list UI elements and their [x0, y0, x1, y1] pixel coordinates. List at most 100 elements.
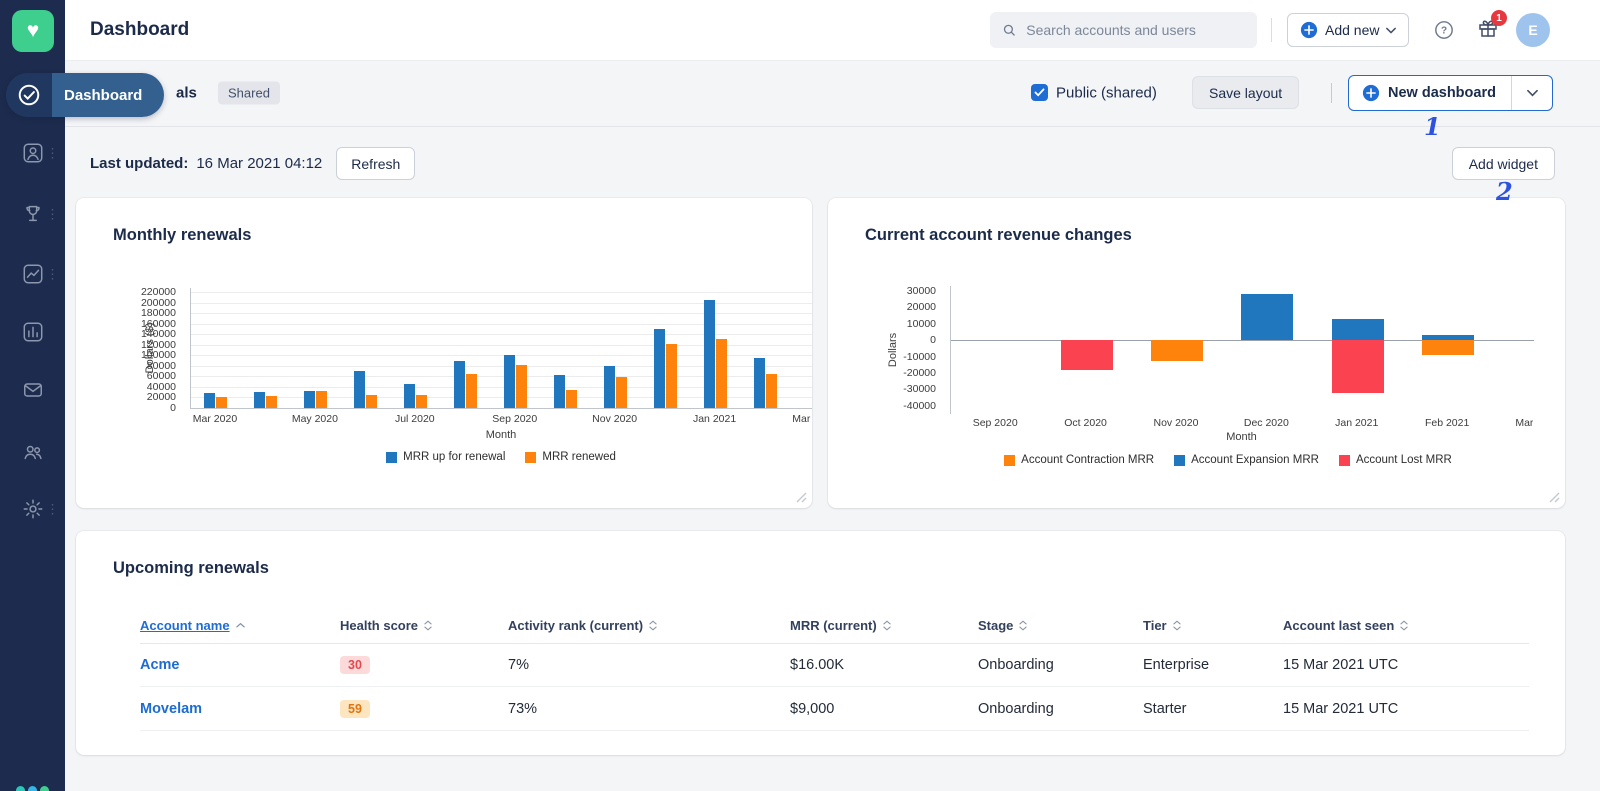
bar-account-contraction-mrr [1151, 340, 1203, 361]
gridline [191, 292, 812, 293]
annotation-1: 1 [1424, 112, 1441, 141]
app-logo[interactable]: ♥ [12, 10, 54, 52]
gridline [191, 334, 812, 335]
search-input[interactable] [1024, 21, 1245, 39]
bar-chart-icon [22, 321, 44, 343]
sort-icon [649, 620, 657, 631]
user-avatar[interactable]: E [1516, 13, 1550, 47]
resize-handle-icon[interactable] [796, 492, 807, 503]
column-header-tier[interactable]: Tier [1143, 618, 1283, 633]
bar-mrr-renewed [366, 395, 377, 408]
sidebar-item-dashboard-active[interactable]: Dashboard [6, 73, 164, 117]
sidebar-item-trends[interactable]: ⋮ [0, 262, 65, 286]
drag-handle-icon[interactable]: ⋮ [46, 503, 59, 516]
search-icon [1002, 22, 1016, 38]
drag-handle-icon[interactable]: ⋮ [46, 147, 59, 160]
sidebar-item-success[interactable]: ⋮ [0, 202, 65, 226]
sort-asc-icon [236, 622, 245, 628]
y-tick-label: 0 [828, 334, 936, 346]
mail-icon [22, 379, 44, 401]
sort-icon [1400, 620, 1408, 631]
bar-account-lost-mrr [1061, 340, 1113, 370]
drag-handle-icon[interactable]: ⋮ [46, 208, 59, 221]
search-box[interactable] [990, 12, 1257, 48]
bar-mrr-renewed [566, 390, 577, 408]
bar-mrr-renewed [666, 344, 677, 408]
health-score-badge: 30 [340, 656, 370, 674]
last-updated-value: 16 Mar 2021 04:12 [196, 155, 322, 172]
add-widget-button[interactable]: Add widget [1452, 147, 1555, 180]
x-axis: Mar 2020May 2020Jul 2020Sep 2020Nov 2020… [190, 413, 812, 428]
public-shared-checkbox[interactable] [1031, 84, 1048, 101]
bar-mrr-renewed [266, 396, 277, 408]
svg-text:?: ? [1441, 26, 1447, 37]
cell-account: Acme [140, 657, 340, 673]
dashboard-name[interactable]: als [176, 85, 197, 102]
legend-item-account-contraction-mrr: Account Contraction MRR [1004, 454, 1154, 466]
legend-swatch [1174, 455, 1185, 466]
last-updated-label: Last updated: [90, 155, 188, 172]
resize-handle-icon[interactable] [1549, 492, 1560, 503]
new-dashboard-dropdown[interactable] [1511, 76, 1552, 110]
x-tick-label: Mar 2021 [769, 413, 812, 425]
legend-swatch [1339, 455, 1350, 466]
plot-area [950, 286, 1534, 414]
legend-item-account-expansion-mrr: Account Expansion MRR [1174, 454, 1319, 466]
cell-last-seen: 15 Mar 2021 UTC [1283, 701, 1529, 717]
legend-swatch [1004, 455, 1015, 466]
new-dashboard-label: New dashboard [1388, 85, 1496, 101]
sidebar-item-reports[interactable] [0, 320, 65, 344]
column-header-mrr-current[interactable]: MRR (current) [790, 618, 978, 633]
page-title: Dashboard [90, 19, 189, 41]
legend-label: MRR up for renewal [403, 451, 505, 463]
sidebar-item-settings[interactable]: ⋮ [0, 497, 65, 521]
bar-mrr-renewed [716, 339, 727, 408]
account-link[interactable]: Acme [140, 657, 180, 673]
launcher-widget[interactable] [16, 786, 49, 791]
top-header: Dashboard Add new ? 1 E [65, 0, 1600, 61]
x-tick-label: Oct 2020 [1041, 417, 1131, 429]
sidebar-item-users[interactable] [0, 440, 65, 464]
legend-item-account-lost-mrr: Account Lost MRR [1339, 454, 1452, 466]
bar-mrr-up-for-renewal [254, 392, 265, 408]
revenue-changes-chart: Dollars 3000020000100000-10000-20000-300… [828, 198, 1565, 508]
legend-label: Account Lost MRR [1356, 454, 1452, 466]
new-dashboard-button[interactable]: New dashboard [1348, 75, 1553, 111]
column-header-activity-rank-current[interactable]: Activity rank (current) [508, 618, 790, 633]
header-divider [1271, 18, 1272, 42]
column-header-stage[interactable]: Stage [978, 618, 1143, 633]
drag-handle-icon[interactable]: ⋮ [46, 268, 59, 281]
x-tick-label: Jul 2020 [370, 413, 460, 425]
chart-legend: MRR up for renewalMRR renewed [190, 451, 812, 463]
sidebar-item-accounts[interactable]: ⋮ [0, 141, 65, 165]
notification-badge: 1 [1491, 10, 1507, 26]
refresh-button[interactable]: Refresh [336, 147, 415, 180]
bar-account-contraction-mrr [1422, 340, 1474, 355]
help-button[interactable]: ? [1434, 20, 1454, 43]
gridline [191, 303, 812, 304]
y-tick-label: 20000 [828, 301, 936, 313]
column-header-health-score[interactable]: Health score [340, 618, 508, 633]
bar-mrr-up-for-renewal [354, 371, 365, 408]
x-tick-label: Jan 2021 [1312, 417, 1402, 429]
x-tick-label: Mar 2020 [190, 413, 260, 425]
x-axis-label: Month [950, 431, 1533, 443]
add-new-button[interactable]: Add new [1287, 13, 1409, 47]
cell-stage: Onboarding [978, 657, 1143, 673]
y-tick-label: -20000 [828, 367, 936, 379]
column-header-account-name[interactable]: Account name [140, 618, 340, 633]
bar-mrr-renewed [516, 365, 527, 408]
app-window: ♥ ⋮ ⋮ ⋮ ⋮ [0, 0, 1600, 791]
x-axis: Sep 2020Oct 2020Nov 2020Dec 2020Jan 2021… [950, 417, 1533, 432]
save-layout-button[interactable]: Save layout [1192, 76, 1299, 109]
gifts-button[interactable]: 1 [1477, 17, 1499, 42]
column-header-account-last-seen[interactable]: Account last seen [1283, 618, 1529, 633]
bar-mrr-renewed [216, 397, 227, 408]
account-link[interactable]: Movelam [140, 701, 202, 717]
sidebar-item-messages[interactable] [0, 378, 65, 402]
bar-mrr-up-for-renewal [404, 384, 415, 408]
x-tick-label: Nov 2020 [570, 413, 660, 425]
table-row: Movelam5973%$9,000OnboardingStarter15 Ma… [140, 687, 1529, 731]
heart-icon: ♥ [27, 19, 39, 43]
toolbar-divider [1331, 83, 1332, 103]
